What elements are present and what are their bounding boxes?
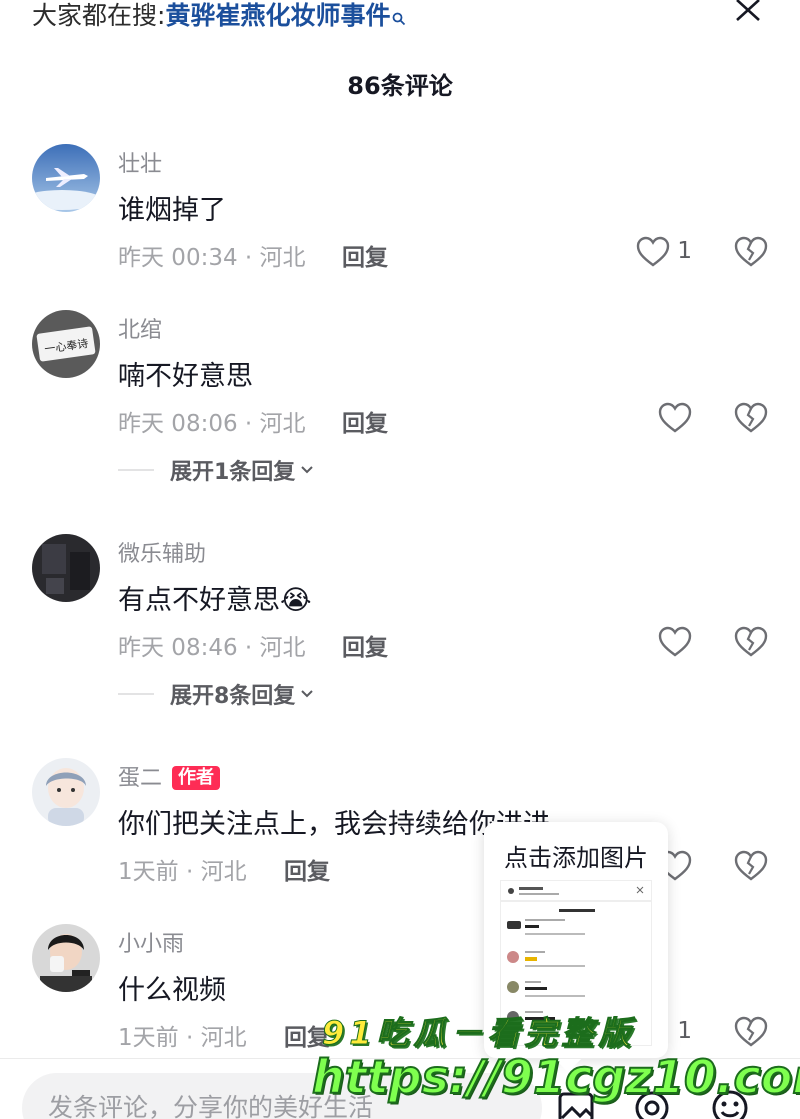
search-prefix: 大家都在搜:: [32, 1, 166, 30]
broken-heart-icon[interactable]: [734, 236, 768, 268]
search-suggestion[interactable]: 大家都在搜:黄骅崔燕化妆师事件: [32, 0, 406, 32]
comment-username[interactable]: 蛋二 作者: [118, 760, 221, 792]
comment-time-location: 1天前 · 河北: [118, 859, 247, 885]
expand-replies-button[interactable]: 展开8条回复: [118, 678, 315, 709]
comment-count-title: 86条评论: [347, 72, 453, 100]
broken-heart-icon[interactable]: [734, 626, 768, 658]
chevron-down-icon: [299, 461, 315, 480]
like-heart-icon[interactable]: [636, 236, 670, 268]
like-heart-icon[interactable]: [658, 626, 692, 658]
comment-text-body: 有点不好意思: [118, 585, 280, 616]
comment-text: 谁烟掉了: [118, 195, 226, 226]
avatar[interactable]: [32, 758, 100, 826]
add-image-label: 点击添加图片: [504, 844, 648, 872]
divider-line: [118, 469, 154, 471]
broken-heart-icon[interactable]: [734, 1016, 768, 1048]
divider-line: [118, 693, 154, 695]
comment-username[interactable]: 微乐辅助: [118, 536, 206, 568]
comment-username[interactable]: 壮壮: [118, 146, 162, 178]
reply-button[interactable]: 回复: [342, 404, 388, 438]
avatar[interactable]: 一心奉诗: [32, 310, 100, 378]
avatar[interactable]: [32, 924, 100, 992]
comment-username[interactable]: 北绾: [118, 312, 162, 344]
broken-heart-icon[interactable]: [734, 402, 768, 434]
search-keyword-link[interactable]: 黄骅崔燕化妆师事件: [165, 1, 390, 30]
close-icon[interactable]: [734, 0, 762, 22]
expand-replies-label: 展开8条回复: [170, 684, 296, 709]
avatar[interactable]: [32, 534, 100, 602]
comment-text: 喃不好意思: [118, 361, 253, 392]
author-badge: 作者: [172, 766, 221, 790]
username-text: 蛋二: [118, 766, 163, 791]
search-icon: [392, 2, 406, 26]
comment-text: 有点不好意思😭: [118, 578, 312, 617]
comment-time-location: 昨天 08:06 · 河北: [118, 411, 306, 437]
watermark-url: https://91cgz10.com: [311, 1049, 800, 1105]
like-heart-icon[interactable]: [658, 402, 692, 434]
reply-button[interactable]: 回复: [342, 238, 388, 272]
like-count: 1: [677, 238, 692, 264]
like-count: 1: [677, 1018, 692, 1044]
crying-emoji: 😭: [280, 585, 312, 616]
comment-time-location: 1天前 · 河北: [118, 1025, 247, 1051]
comment-time-location: 昨天 08:46 · 河北: [118, 635, 306, 661]
expand-replies-button[interactable]: 展开1条回复: [118, 454, 315, 485]
broken-heart-icon[interactable]: [734, 850, 768, 882]
chevron-down-icon: [299, 685, 315, 704]
comment-time-location: 昨天 00:34 · 河北: [118, 245, 306, 271]
reply-button[interactable]: 回复: [342, 628, 388, 662]
comment-username[interactable]: 小小雨: [118, 926, 184, 958]
watermark-text: 91吃瓜－看完整版: [322, 1014, 636, 1053]
avatar[interactable]: [32, 144, 100, 212]
expand-replies-label: 展开1条回复: [170, 460, 296, 485]
reply-button[interactable]: 回复: [284, 852, 330, 886]
comment-text: 什么视频: [118, 975, 226, 1006]
